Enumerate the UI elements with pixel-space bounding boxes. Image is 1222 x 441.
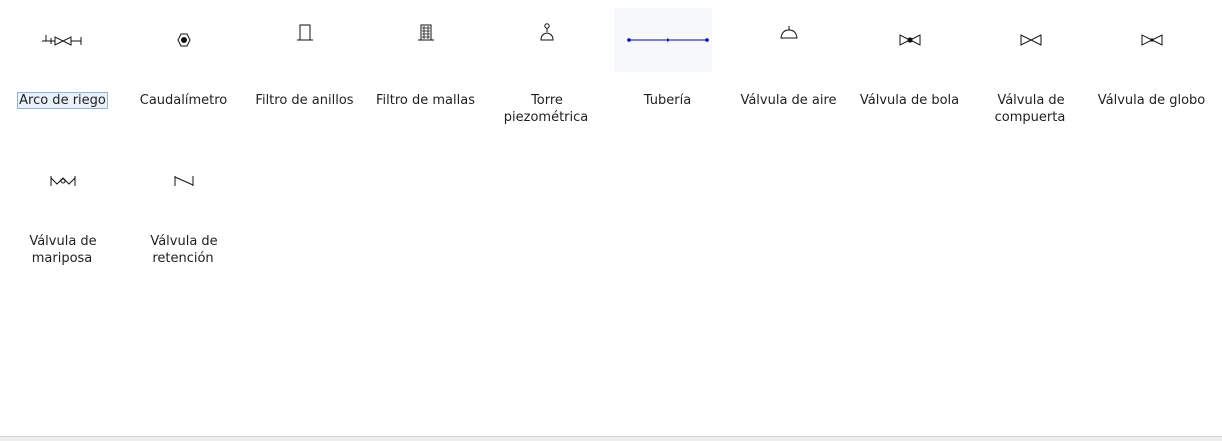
palette-item-label: Caudalímetro — [139, 93, 228, 108]
palette-item-label: Filtro de anillos — [255, 93, 354, 108]
palette-item-label: Válvula de mariposa — [29, 234, 97, 266]
gate-valve-icon — [970, 2, 1091, 78]
component-palette: Arco de riego Caudalímetro Filtro de ani… — [0, 0, 1222, 436]
ball-valve-icon — [849, 2, 970, 78]
palette-item-label: Tubería — [643, 93, 692, 108]
pipe-icon — [607, 2, 728, 78]
palette-item-valvula-de-retencion[interactable]: Válvula de retención — [123, 143, 244, 278]
palette-item-valvula-de-mariposa[interactable]: Válvula de mariposa — [2, 143, 123, 278]
butterfly-valve-icon — [2, 143, 123, 219]
globe-valve-icon — [1091, 2, 1212, 78]
air-valve-icon — [728, 2, 849, 78]
palette-item-valvula-de-bola[interactable]: Válvula de bola — [849, 2, 970, 137]
palette-item-valvula-de-aire[interactable]: Válvula de aire — [728, 2, 849, 137]
palette-item-label: Válvula de aire — [740, 93, 837, 108]
palette-item-arco-de-riego[interactable]: Arco de riego — [2, 2, 123, 137]
palette-item-label: Torre piezométrica — [503, 93, 589, 125]
palette-item-valvula-de-globo[interactable]: Válvula de globo — [1091, 2, 1212, 137]
check-valve-icon — [123, 143, 244, 219]
palette-item-label: Válvula de compuerta — [994, 93, 1066, 125]
piezometric-tower-icon — [486, 2, 607, 78]
palette-item-filtro-de-mallas[interactable]: Filtro de mallas — [365, 2, 486, 137]
palette-item-label: Arco de riego — [17, 92, 108, 109]
irrigation-arc-icon — [2, 2, 123, 78]
palette-item-valvula-de-compuerta[interactable]: Válvula de compuerta — [970, 2, 1091, 137]
palette-item-filtro-de-anillos[interactable]: Filtro de anillos — [244, 2, 365, 137]
ring-filter-icon — [244, 2, 365, 78]
palette-item-label: Válvula de retención — [150, 234, 218, 266]
palette-item-torre-piezometrica[interactable]: Torre piezométrica — [486, 2, 607, 137]
palette-item-tuberia[interactable]: Tubería — [607, 2, 728, 137]
mesh-filter-icon — [365, 2, 486, 78]
flowmeter-icon — [123, 2, 244, 78]
status-bar — [0, 436, 1222, 441]
palette-item-label: Válvula de bola — [859, 93, 960, 108]
palette-item-label: Filtro de mallas — [376, 93, 475, 108]
palette-item-label: Válvula de globo — [1097, 93, 1206, 108]
palette-item-caudalimetro[interactable]: Caudalímetro — [123, 2, 244, 137]
